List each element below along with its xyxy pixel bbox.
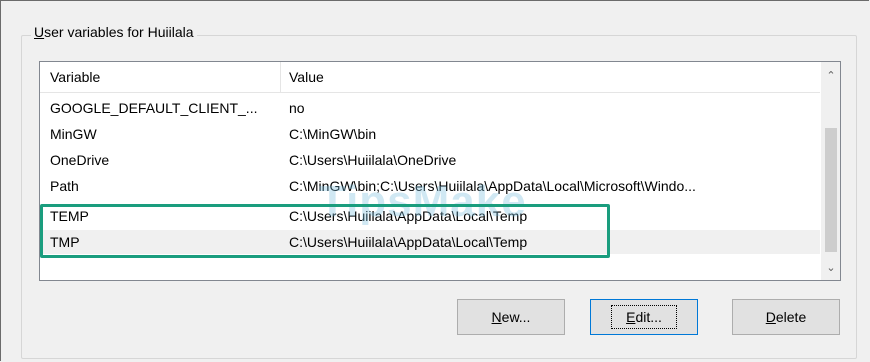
value-cell: C:\Users\Huiilala\AppData\Local\Temp <box>289 208 528 224</box>
value-cell: C:\Users\Huiilala\OneDrive <box>289 152 457 168</box>
column-header-value[interactable]: Value <box>281 62 324 92</box>
user-variables-list[interactable]: Variable Value GOOGLE_DEFAULT_CLIENT_...… <box>39 61 841 281</box>
table-row[interactable]: MinGW C:\MinGW\bin <box>40 122 820 146</box>
new-label-rest: ew... <box>501 309 531 325</box>
variable-cell: TEMP <box>50 208 89 224</box>
chevron-up-icon[interactable]: ⌃ <box>822 66 840 84</box>
delete-label-rest: elete <box>775 309 807 325</box>
variable-cell: GOOGLE_DEFAULT_CLIENT_... <box>50 100 258 116</box>
value-cell: C:\MinGW\bin <box>289 126 377 142</box>
variable-cell: MinGW <box>50 126 97 142</box>
value-cell: C:\Users\Huiilala\AppData\Local\Temp <box>289 234 528 250</box>
variable-cell: OneDrive <box>50 152 110 168</box>
new-mnemonic: N <box>491 309 502 325</box>
new-button-label: New... <box>492 309 531 325</box>
column-header-variable[interactable]: Variable <box>40 62 281 92</box>
variable-cell: Path <box>50 178 79 194</box>
environment-variables-dialog: User variables for Huiilala Variable Val… <box>0 0 869 361</box>
group-title: User variables for Huiilala <box>31 24 197 40</box>
edit-label-rest: dit... <box>635 309 662 325</box>
new-button[interactable]: New... <box>457 299 565 335</box>
group-title-mnemonic: U <box>34 24 45 40</box>
vertical-scrollbar[interactable]: ⌃ ⌄ <box>821 62 840 280</box>
delete-mnemonic: D <box>765 309 776 325</box>
delete-button[interactable]: Delete <box>732 299 840 335</box>
delete-button-label: Delete <box>766 309 806 325</box>
value-cell: no <box>289 100 305 116</box>
table-row[interactable]: GOOGLE_DEFAULT_CLIENT_... no <box>40 96 820 120</box>
table-row-selected[interactable]: TMP C:\Users\Huiilala\AppData\Local\Temp <box>40 230 820 254</box>
value-cell: C:\MinGW\bin;C:\Users\Huiilala\AppData\L… <box>289 178 696 194</box>
variable-cell: TMP <box>50 234 80 250</box>
chevron-down-icon[interactable]: ⌄ <box>822 258 840 276</box>
group-title-text: ser variables for Huiilala <box>44 24 194 40</box>
table-row[interactable]: TEMP C:\Users\Huiilala\AppData\Local\Tem… <box>40 204 820 228</box>
edit-button[interactable]: Edit... <box>590 299 698 335</box>
list-header: Variable Value <box>40 62 820 93</box>
table-row[interactable]: OneDrive C:\Users\Huiilala\OneDrive <box>40 148 820 172</box>
edit-button-label: Edit... <box>611 305 677 329</box>
scrollbar-thumb[interactable] <box>825 128 837 252</box>
table-row[interactable]: Path C:\MinGW\bin;C:\Users\Huiilala\AppD… <box>40 174 820 198</box>
